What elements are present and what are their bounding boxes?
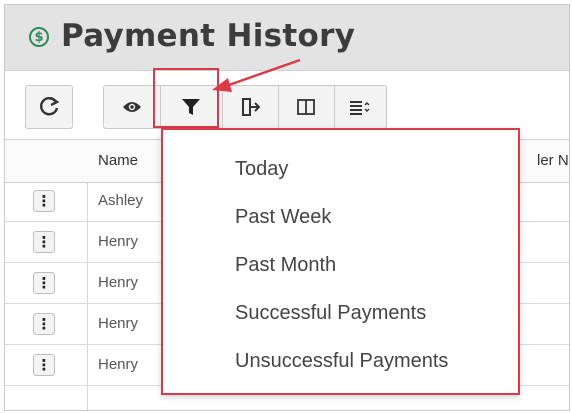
- dollar-glyph: $: [34, 29, 44, 45]
- filter-dropdown-menu: Today Past Week Past Month Successful Pa…: [161, 128, 520, 395]
- column-header-name[interactable]: Name: [98, 152, 138, 169]
- row-name: Henry: [98, 315, 139, 332]
- columns-button[interactable]: [278, 86, 335, 128]
- kebab-menu-icon: ⋮: [36, 192, 52, 210]
- row-actions-button[interactable]: ⋮: [33, 313, 55, 335]
- row-actions-button[interactable]: ⋮: [33, 231, 55, 253]
- row-actions-button[interactable]: ⋮: [33, 190, 55, 212]
- refresh-button[interactable]: [25, 85, 73, 129]
- filter-option-unsuccessful-payments[interactable]: Unsuccessful Payments: [235, 350, 448, 373]
- kebab-menu-icon: ⋮: [36, 274, 52, 292]
- row-actions-button[interactable]: ⋮: [33, 354, 55, 376]
- page-title: Payment History: [61, 18, 356, 54]
- kebab-menu-icon: ⋮: [36, 233, 52, 251]
- toolbar-button-group: [103, 85, 387, 129]
- kebab-menu-icon: ⋮: [36, 315, 52, 333]
- export-button[interactable]: [222, 86, 279, 128]
- view-button[interactable]: [104, 86, 161, 128]
- row-name: Ashley: [98, 192, 144, 209]
- column-header-number[interactable]: ler Nu: [537, 152, 569, 169]
- filter-icon: [182, 99, 200, 115]
- list-settings-icon: [350, 101, 370, 115]
- page-header: $ Payment History: [5, 5, 569, 71]
- eye-icon: [123, 102, 141, 112]
- row-name: Henry: [98, 233, 139, 250]
- filter-button[interactable]: [160, 86, 223, 128]
- dollar-circle-icon: $: [29, 27, 49, 47]
- row-name: Henry: [98, 274, 139, 291]
- list-settings-button[interactable]: [334, 86, 386, 128]
- columns-icon: [297, 99, 315, 115]
- row-actions-button[interactable]: ⋮: [33, 272, 55, 294]
- export-icon: [242, 98, 260, 116]
- refresh-icon: [40, 97, 60, 116]
- filter-option-today[interactable]: Today: [235, 158, 288, 181]
- kebab-menu-icon: ⋮: [36, 356, 52, 374]
- filter-option-successful-payments[interactable]: Successful Payments: [235, 302, 426, 325]
- filter-option-past-month[interactable]: Past Month: [235, 254, 336, 277]
- filter-option-past-week[interactable]: Past Week: [235, 206, 331, 229]
- row-name: Henry: [98, 356, 139, 373]
